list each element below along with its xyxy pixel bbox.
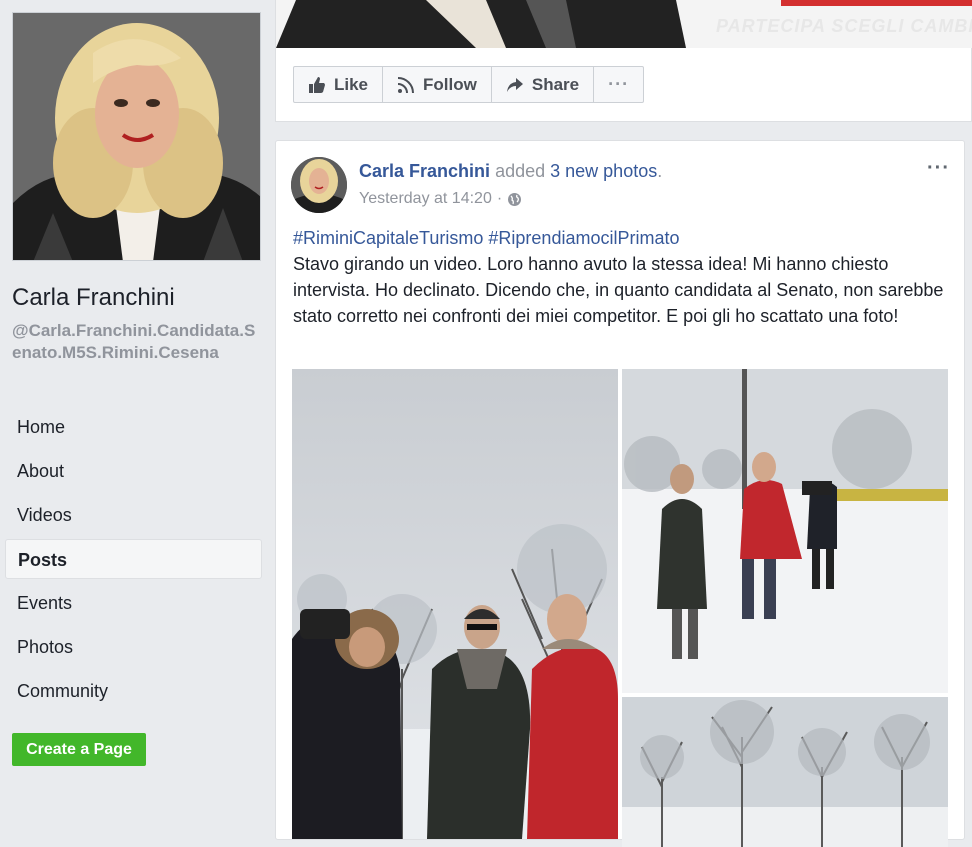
follow-label: Follow: [423, 74, 477, 94]
post-photos-link[interactable]: 3 new photos: [550, 161, 657, 181]
post-period: .: [657, 161, 663, 181]
page-nav: Home About Videos Posts Events Photos Co…: [5, 405, 262, 713]
post-photo[interactable]: [292, 369, 618, 839]
post-card: Carla Franchini added 3 new photos. Yest…: [275, 140, 965, 847]
left-sidebar: Carla Franchini @Carla.Franchini.Candida…: [0, 0, 275, 829]
nav-item-events[interactable]: Events: [5, 581, 262, 625]
nav-item-home[interactable]: Home: [5, 405, 262, 449]
globe-icon[interactable]: [507, 192, 522, 207]
create-page-button[interactable]: Create a Page: [12, 733, 146, 766]
post-photo[interactable]: [622, 369, 948, 693]
post-body-text: Stavo girando un video. Loro hanno avuto…: [293, 254, 944, 326]
profile-picture[interactable]: [12, 12, 261, 261]
nav-item-photos[interactable]: Photos: [5, 625, 262, 669]
post-options-menu[interactable]: ···: [927, 157, 950, 180]
hashtag-link[interactable]: #RiminiCapitaleTurismo: [293, 228, 483, 248]
cover-slogan: PARTECIPA SCEGLI CAMBIA: [716, 16, 972, 36]
cover-photo[interactable]: PARTECIPA SCEGLI CAMBIA: [276, 0, 972, 48]
page-action-bar: Like Follow Share ···: [293, 66, 645, 103]
nav-item-videos[interactable]: Videos: [5, 493, 262, 537]
like-button[interactable]: Like: [294, 67, 384, 102]
like-label: Like: [334, 74, 369, 94]
share-label: Share: [531, 74, 580, 94]
post-author-name[interactable]: Carla Franchini: [359, 161, 490, 181]
post-timestamp[interactable]: Yesterday at 14:20: [359, 190, 492, 208]
rss-icon: [397, 76, 415, 93]
more-dots-icon: ···: [608, 74, 630, 94]
page-name[interactable]: Carla Franchini: [12, 284, 175, 312]
post-timestamp-row: Yesterday at 14:20 ·: [359, 190, 522, 208]
post-header: Carla Franchini added 3 new photos.: [359, 161, 662, 182]
page-header-card: PARTECIPA SCEGLI CAMBIA Like Follow Shar…: [275, 0, 972, 122]
share-arrow-icon: [506, 77, 523, 92]
post-body: #RiminiCapitaleTurismo #RiprendiamocilPr…: [293, 225, 953, 329]
post-author-avatar[interactable]: [291, 157, 347, 213]
follow-button[interactable]: Follow: [383, 67, 492, 102]
thumbs-up-icon: [309, 76, 325, 93]
hashtag-link[interactable]: #RiprendiamocilPrimato: [488, 228, 679, 248]
nav-item-about[interactable]: About: [5, 449, 262, 493]
share-button[interactable]: Share: [492, 67, 595, 102]
post-time-separator: ·: [496, 190, 503, 207]
nav-item-community[interactable]: Community: [5, 669, 262, 713]
post-photo[interactable]: [622, 697, 948, 847]
page-handle[interactable]: @Carla.Franchini.Candidata.Senato.M5S.Ri…: [12, 320, 262, 364]
more-options-button[interactable]: ···: [594, 67, 643, 102]
nav-item-posts[interactable]: Posts: [5, 539, 262, 579]
post-verb: added: [495, 161, 546, 181]
